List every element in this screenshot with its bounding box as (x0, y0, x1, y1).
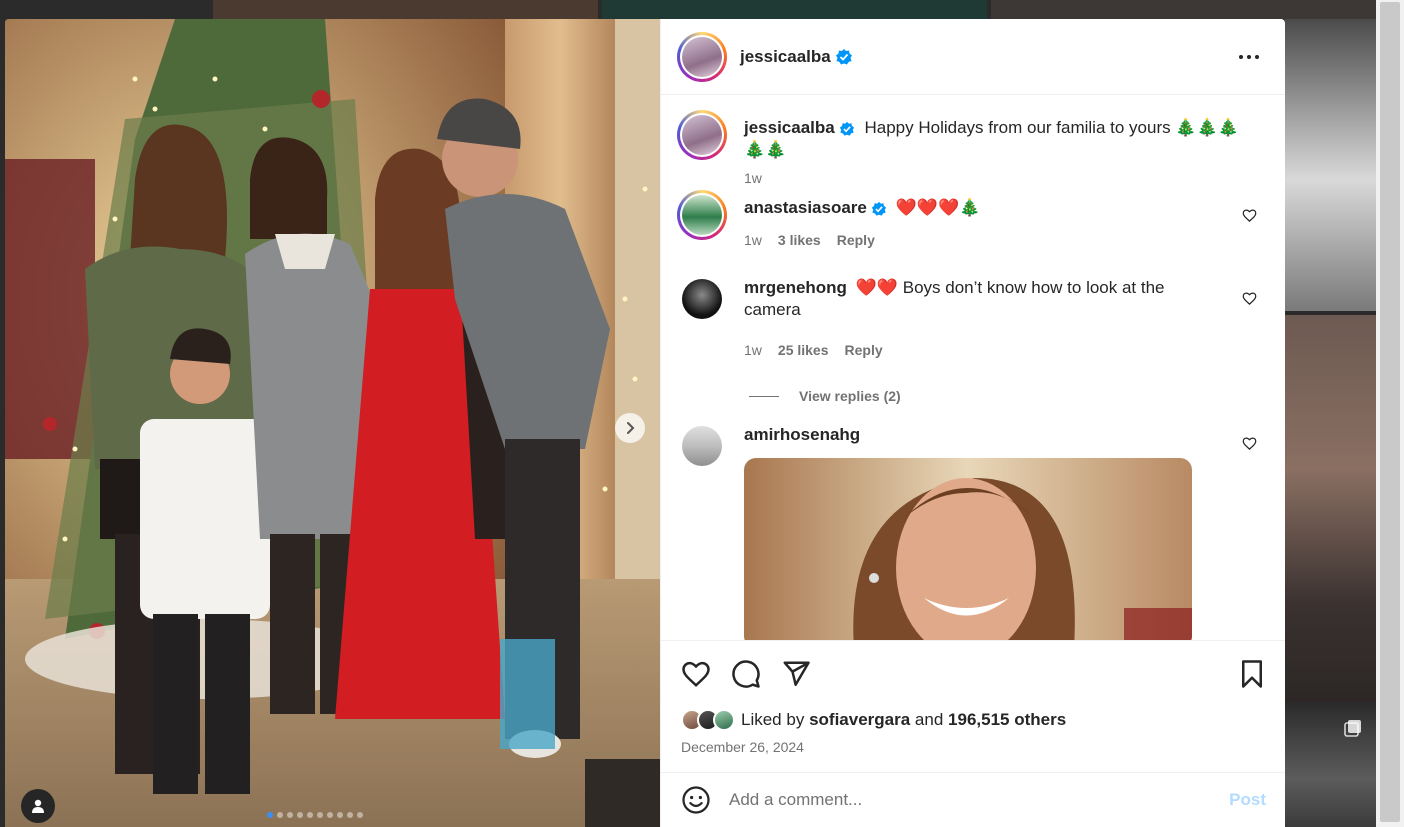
chevron-right-icon (627, 422, 635, 434)
liker-avatars[interactable] (681, 709, 735, 731)
emoji-icon[interactable] (681, 785, 711, 815)
user-tag-icon (32, 799, 44, 813)
background-post-tile[interactable] (602, 0, 987, 19)
commenter-username[interactable]: amirhosenahg (744, 425, 860, 444)
view-replies-button[interactable]: View replies (2) (749, 388, 901, 404)
tagged-users-button[interactable] (21, 789, 55, 823)
post-comment-button[interactable]: Post (1229, 790, 1266, 810)
post-header: jessicaalba (661, 19, 1285, 95)
post-photo[interactable] (5, 19, 660, 827)
caption-username[interactable]: jessicaalba (744, 118, 835, 137)
commenter-avatar[interactable] (677, 190, 727, 240)
share-icon[interactable] (781, 659, 811, 689)
add-comment-bar: Post (661, 772, 1285, 827)
verified-badge-icon (839, 121, 854, 136)
multiple-posts-icon (1344, 720, 1361, 737)
comment-icon[interactable] (731, 659, 761, 689)
family-holiday-photo (5, 19, 660, 827)
carousel-dot (267, 812, 273, 818)
carousel-dot (277, 812, 283, 818)
carousel-dot (357, 812, 363, 818)
comment-item: anastasiasoare ❤️❤️❤️🎄 1w 3 likes Reply (677, 190, 1267, 260)
background-post-tile[interactable] (213, 0, 598, 19)
page-scrollbar-thumb[interactable] (1380, 2, 1400, 822)
view-replies-label: View replies (2) (799, 388, 901, 404)
gif-image (744, 458, 1192, 640)
post-date[interactable]: December 26, 2024 (681, 739, 804, 755)
reply-button[interactable]: Reply (837, 229, 875, 251)
liked-by-and: and (914, 710, 944, 729)
comment-text: ❤️❤️❤️🎄 (895, 198, 981, 217)
liked-by-others-count[interactable]: 196,515 others (948, 710, 1066, 730)
carousel-dot (297, 812, 303, 818)
carousel-dot (317, 812, 323, 818)
verified-badge-icon (871, 201, 886, 216)
heart-icon[interactable] (1242, 436, 1257, 451)
post-caption: jessicaalba Happy Holidays from our fami… (677, 110, 1267, 186)
carousel-dot (327, 812, 333, 818)
more-options-icon[interactable] (1238, 46, 1260, 68)
commenter-username[interactable]: mrgenehong (744, 278, 847, 297)
verified-badge-icon (835, 48, 852, 64)
carousel-indicator (267, 812, 363, 818)
commenter-username[interactable]: anastasiasoare (744, 198, 867, 217)
reply-button[interactable]: Reply (845, 339, 883, 361)
comment-time[interactable]: 1w (744, 339, 762, 361)
comment-time[interactable]: 1w (744, 229, 762, 251)
carousel-dot (287, 812, 293, 818)
likes-summary: Liked by sofiavergara and 196,515 others (681, 709, 1066, 731)
liked-by-prefix: Liked by (741, 710, 805, 729)
comment-item: mrgenehong ❤️❤️ Boys don’t know how to l… (677, 278, 1267, 379)
heart-icon[interactable] (681, 659, 711, 689)
background-post-tile[interactable] (991, 0, 1376, 19)
post-details-panel: jessicaalba jessicaalba Happy Holidays f… (660, 19, 1285, 827)
commenter-avatar[interactable] (682, 279, 722, 319)
caption-time[interactable]: 1w (744, 167, 762, 189)
post-modal: jessicaalba jessicaalba Happy Holidays f… (5, 19, 1285, 827)
next-photo-button[interactable] (615, 413, 645, 443)
background-post-tile[interactable] (1285, 315, 1376, 702)
carousel-dot (347, 812, 353, 818)
heart-icon[interactable] (1242, 291, 1257, 306)
carousel-dot (307, 812, 313, 818)
carousel-dot (337, 812, 343, 818)
post-actions: Liked by sofiavergara and 196,515 others… (661, 640, 1285, 772)
comments-list[interactable]: jessicaalba Happy Holidays from our fami… (661, 96, 1285, 640)
background-post-tile[interactable] (1285, 19, 1376, 311)
author-avatar[interactable] (677, 31, 727, 82)
comment-likes[interactable]: 25 likes (778, 339, 829, 361)
commenter-avatar[interactable] (682, 426, 722, 466)
liked-by-username[interactable]: sofiavergara (809, 710, 910, 730)
comment-input[interactable] (729, 790, 1199, 810)
author-username[interactable]: jessicaalba (740, 47, 831, 67)
caption-author-avatar[interactable] (677, 110, 727, 160)
view-replies-divider (749, 395, 779, 397)
comment-likes[interactable]: 3 likes (778, 229, 821, 251)
heart-icon[interactable] (1242, 208, 1257, 223)
background-post-tile[interactable] (1285, 706, 1376, 827)
bookmark-icon[interactable] (1239, 659, 1265, 689)
comment-gif[interactable] (744, 458, 1192, 640)
